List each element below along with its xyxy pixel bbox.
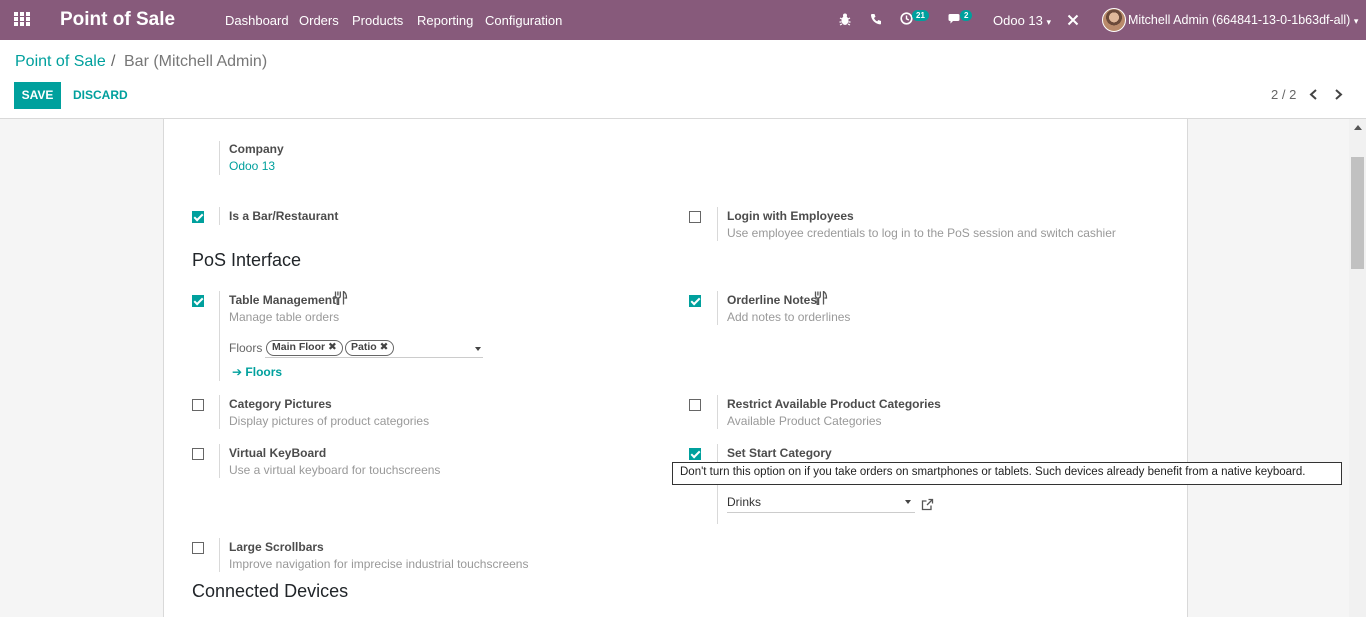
caret-down-icon: ▾ xyxy=(1353,16,1359,26)
message-count-badge: 2 xyxy=(960,10,973,21)
scrollbar-thumb[interactable] xyxy=(1351,157,1364,269)
orderline-notes-desc: Add notes to orderlines xyxy=(727,310,851,324)
start-category-select[interactable]: Drinks xyxy=(727,493,915,513)
company-value-link[interactable]: Odoo 13 xyxy=(229,159,275,173)
user-avatar[interactable] xyxy=(1102,8,1126,32)
divider xyxy=(219,207,220,225)
company-label: Company xyxy=(229,142,284,156)
table-management-label: Table Management xyxy=(229,293,337,307)
is-bar-checkbox[interactable] xyxy=(192,211,204,223)
tools-icon[interactable] xyxy=(1067,14,1079,26)
divider xyxy=(219,395,220,429)
user-menu[interactable]: Mitchell Admin (664841-13-0-1b63df-all) … xyxy=(1128,13,1358,27)
divider xyxy=(219,141,220,175)
apps-menu-icon[interactable] xyxy=(14,12,31,27)
login-employees-label: Login with Employees xyxy=(727,209,854,223)
phone-icon[interactable] xyxy=(870,13,882,25)
section-connected-devices: Connected Devices xyxy=(192,581,349,601)
menu-dashboard[interactable]: Dashboard xyxy=(225,13,289,28)
menu-orders[interactable]: Orders xyxy=(299,13,339,28)
orderline-notes-label: Orderline Notes xyxy=(727,293,818,307)
restrict-categories-desc: Available Product Categories xyxy=(727,414,882,428)
category-pictures-checkbox[interactable] xyxy=(192,399,204,411)
restrict-categories-checkbox[interactable] xyxy=(689,399,701,411)
is-bar-label: Is a Bar/Restaurant xyxy=(229,209,339,223)
remove-tag-icon[interactable]: ✖ xyxy=(380,341,389,353)
chevron-right-icon[interactable] xyxy=(1334,89,1343,100)
floor-tag-main-label: Main Floor xyxy=(272,341,326,353)
caret-down-icon: ▾ xyxy=(1046,17,1052,27)
breadcrumb-separator: / xyxy=(111,53,116,70)
virtual-keyboard-checkbox[interactable] xyxy=(192,448,204,460)
breadcrumb-current: Bar (Mitchell Admin) xyxy=(124,53,268,70)
large-scrollbars-checkbox[interactable] xyxy=(192,542,204,554)
app-brand[interactable]: Point of Sale xyxy=(60,9,175,31)
category-pictures-label: Category Pictures xyxy=(229,397,332,411)
floors-link[interactable]: ➔ Floors xyxy=(232,365,282,379)
floors-label: Floors xyxy=(229,341,263,355)
bug-icon[interactable] xyxy=(839,13,851,26)
start-category-checkbox[interactable] xyxy=(689,448,701,460)
login-employees-desc: Use employee credentials to log in to th… xyxy=(727,226,1116,240)
form-sheet: Company Odoo 13 Is a Bar/Restaurant Logi… xyxy=(163,119,1188,617)
restaurant-icon xyxy=(334,291,348,305)
large-scrollbars-desc: Improve navigation for imprecise industr… xyxy=(229,557,529,571)
pager-value[interactable]: 2 / 2 xyxy=(1271,87,1296,102)
dropdown-caret-icon[interactable] xyxy=(905,500,911,504)
divider xyxy=(219,538,220,572)
user-name: Mitchell Admin (664841-13-0-1b63df-all) xyxy=(1128,13,1351,27)
login-employees-checkbox[interactable] xyxy=(689,211,701,223)
activity-count-badge: 21 xyxy=(912,10,929,21)
company-switcher[interactable]: Odoo 13 ▾ xyxy=(993,13,1051,28)
divider xyxy=(219,444,220,478)
category-pictures-desc: Display pictures of product categories xyxy=(229,414,430,428)
breadcrumb-root[interactable]: Point of Sale xyxy=(15,53,106,71)
virtual-keyboard-desc: Use a virtual keyboard for touchscreens xyxy=(229,463,441,477)
page-scrollbar[interactable] xyxy=(1349,119,1366,617)
dropdown-caret-icon[interactable] xyxy=(475,347,481,351)
start-category-value: Drinks xyxy=(727,495,762,509)
menu-products[interactable]: Products xyxy=(352,13,403,28)
table-management-desc: Manage table orders xyxy=(229,310,340,324)
virtual-keyboard-label: Virtual KeyBoard xyxy=(229,446,327,460)
floor-tag-main: Main Floor ✖ xyxy=(266,340,343,356)
menu-configuration[interactable]: Configuration xyxy=(485,13,562,28)
external-link-icon[interactable] xyxy=(921,498,934,511)
section-pos-interface: PoS Interface xyxy=(192,250,302,270)
floor-tag-patio-label: Patio xyxy=(351,341,377,353)
top-navbar: Point of Sale Dashboard Orders Products … xyxy=(0,0,1366,40)
arrow-right-icon: ➔ xyxy=(232,365,243,379)
large-scrollbars-label: Large Scrollbars xyxy=(229,540,324,554)
floor-tag-patio: Patio ✖ xyxy=(345,340,395,356)
company-name: Odoo 13 xyxy=(993,13,1043,28)
remove-tag-icon[interactable]: ✖ xyxy=(328,341,337,353)
divider xyxy=(717,207,718,241)
menu-reporting[interactable]: Reporting xyxy=(417,13,473,28)
floors-link-label: Floors xyxy=(245,365,283,379)
floors-field[interactable]: Main Floor ✖ Patio ✖ xyxy=(265,340,483,358)
table-management-checkbox[interactable] xyxy=(192,295,204,307)
save-button[interactable]: SAVE xyxy=(14,82,61,109)
chevron-left-icon[interactable] xyxy=(1309,89,1318,100)
divider xyxy=(717,291,718,325)
restaurant-icon xyxy=(814,291,828,305)
control-panel: Point of Sale / Bar (Mitchell Admin) SAV… xyxy=(0,40,1366,119)
tooltip: Don't turn this option on if you take or… xyxy=(672,462,1342,485)
divider xyxy=(219,291,220,381)
restrict-categories-label: Restrict Available Product Categories xyxy=(727,397,941,411)
orderline-notes-checkbox[interactable] xyxy=(689,295,701,307)
start-category-label: Set Start Category xyxy=(727,446,832,460)
scroll-up-arrow-icon[interactable] xyxy=(1354,125,1362,130)
discard-button[interactable]: DISCARD xyxy=(73,88,128,102)
divider xyxy=(717,395,718,429)
